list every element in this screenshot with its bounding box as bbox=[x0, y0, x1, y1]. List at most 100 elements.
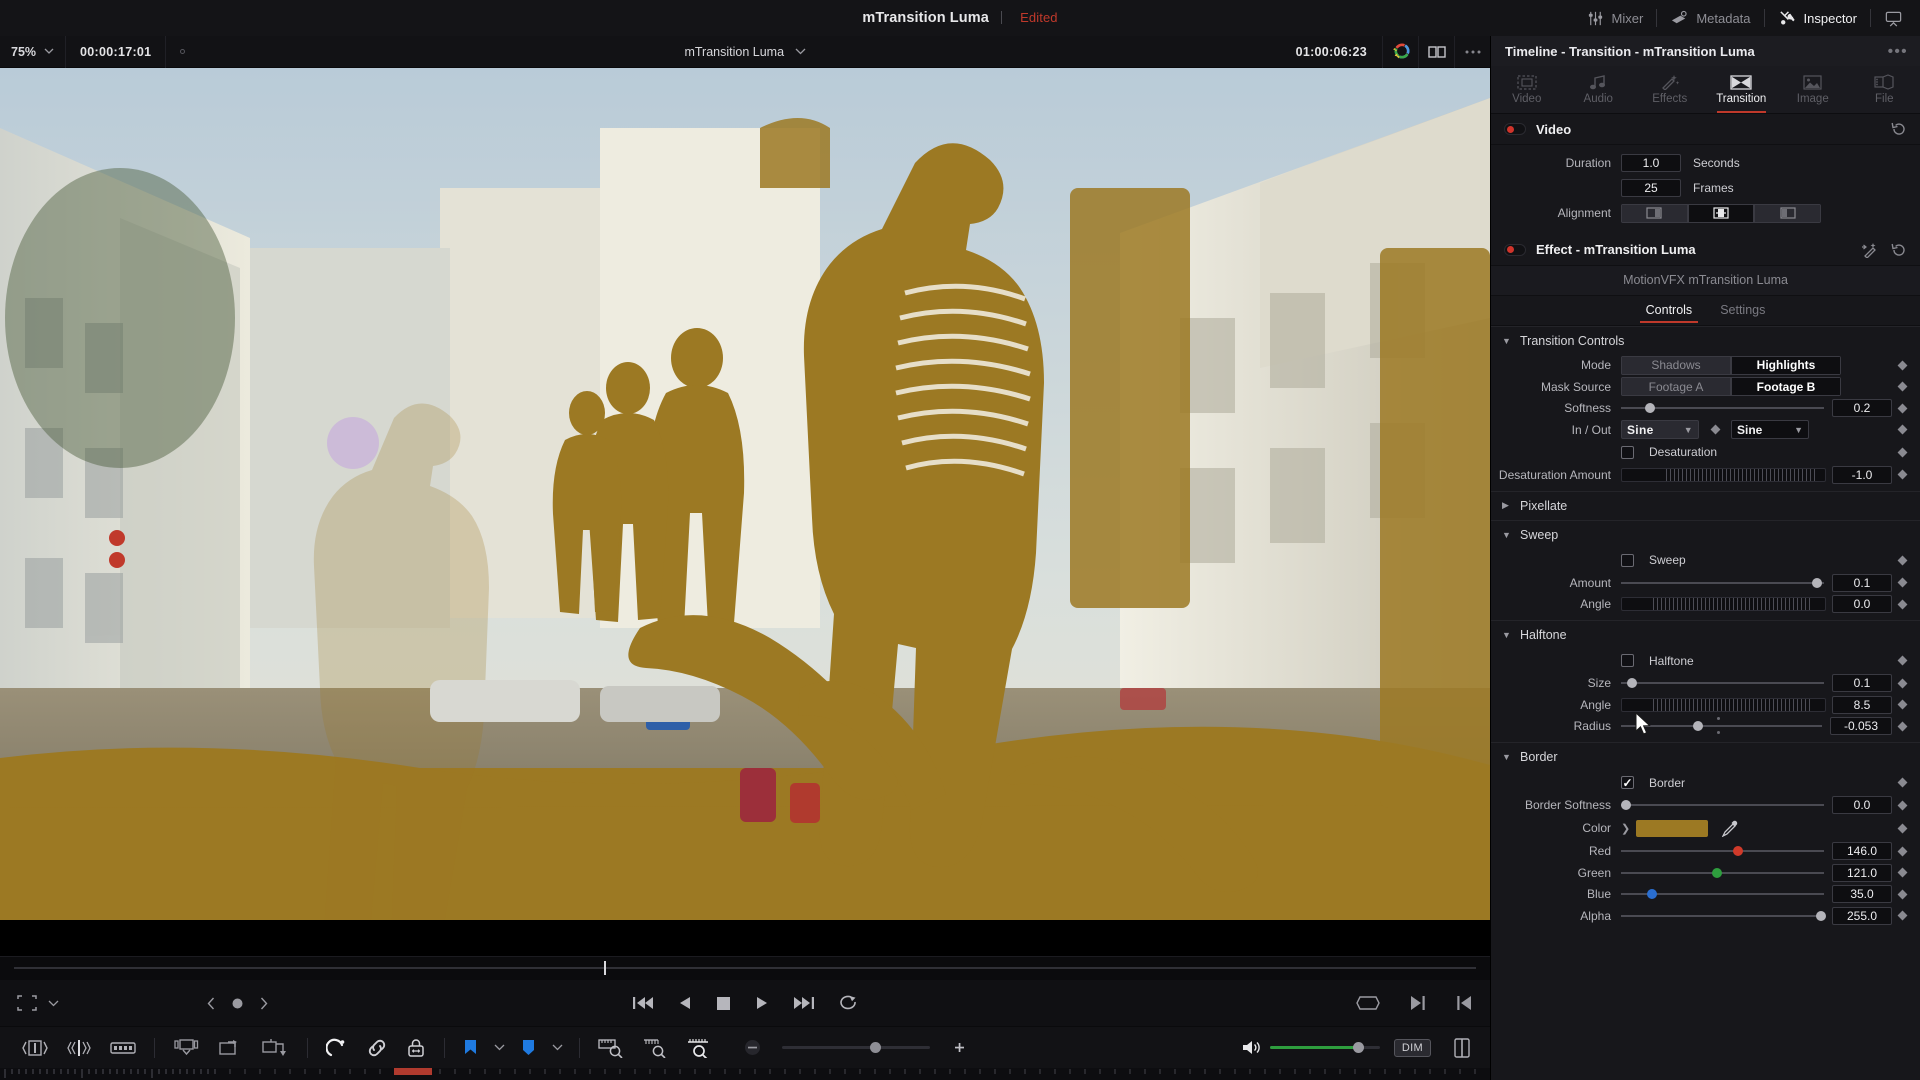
play-reverse-icon[interactable] bbox=[678, 995, 692, 1011]
reset-icon[interactable] bbox=[1891, 242, 1907, 258]
color-expand-icon[interactable]: ❯ bbox=[1621, 822, 1630, 835]
mask-source-option-a[interactable]: Footage A bbox=[1621, 377, 1731, 396]
fit-timeline-button[interactable] bbox=[589, 1027, 633, 1069]
duration-frames-input[interactable]: 25 bbox=[1621, 178, 1681, 197]
border-color-swatch[interactable] bbox=[1636, 819, 1709, 837]
halftone-radius-slider[interactable] bbox=[1621, 717, 1822, 734]
blue-slider-knob[interactable] bbox=[1647, 889, 1658, 899]
alpha-slider[interactable] bbox=[1621, 910, 1826, 921]
red-keyframe[interactable] bbox=[1892, 846, 1912, 856]
loop-icon[interactable] bbox=[839, 995, 858, 1012]
inspector-more-button[interactable]: ••• bbox=[1888, 43, 1908, 60]
green-keyframe[interactable] bbox=[1892, 867, 1912, 878]
halftone-size-keyframe[interactable] bbox=[1892, 678, 1912, 688]
scrubber-track[interactable] bbox=[14, 967, 1476, 969]
magic-wand-icon[interactable] bbox=[1861, 242, 1878, 258]
next-marker-icon[interactable] bbox=[260, 997, 268, 1010]
tab-audio[interactable]: Audio bbox=[1563, 66, 1635, 113]
halftone-angle-value[interactable]: 8.5 bbox=[1832, 695, 1892, 714]
blue-keyframe[interactable] bbox=[1892, 889, 1912, 899]
stop-icon[interactable] bbox=[716, 996, 731, 1011]
color-wheel-button[interactable] bbox=[1382, 36, 1418, 68]
timeline-timecode[interactable]: 01:00:06:23 bbox=[1281, 45, 1382, 59]
tab-controls[interactable]: Controls bbox=[1639, 298, 1698, 323]
sweep-keyframe[interactable] bbox=[1892, 555, 1912, 565]
mask-source-option-b[interactable]: Footage B bbox=[1731, 377, 1841, 396]
alignment-end-on-edit[interactable] bbox=[1621, 203, 1688, 223]
prev-edit-icon[interactable] bbox=[1456, 995, 1472, 1011]
skip-forward-icon[interactable] bbox=[793, 995, 815, 1011]
desaturation-keyframe[interactable] bbox=[1892, 447, 1912, 457]
slip-tool[interactable] bbox=[57, 1027, 101, 1069]
border-header[interactable]: ▼ Border bbox=[1491, 743, 1920, 771]
out-easing-keyframe[interactable] bbox=[1892, 424, 1912, 435]
border-softness-knob[interactable] bbox=[1621, 800, 1631, 810]
sweep-header[interactable]: ▼ Sweep bbox=[1491, 521, 1920, 549]
metadata-button[interactable]: Metadata bbox=[1657, 0, 1763, 36]
timeline-clip-marker[interactable] bbox=[394, 1068, 432, 1075]
alpha-slider-knob[interactable] bbox=[1815, 910, 1826, 921]
panel-collapse-button[interactable] bbox=[1871, 0, 1916, 36]
tab-image[interactable]: Image bbox=[1777, 66, 1849, 113]
tab-transition[interactable]: Transition bbox=[1706, 66, 1778, 113]
volume-slider[interactable] bbox=[1269, 1042, 1380, 1053]
video-enable-toggle[interactable] bbox=[1504, 123, 1526, 135]
tab-effects[interactable]: Effects bbox=[1634, 66, 1706, 113]
red-slider-knob[interactable] bbox=[1732, 846, 1743, 856]
safe-area-icon[interactable] bbox=[16, 994, 38, 1012]
video-viewer[interactable] bbox=[0, 68, 1490, 956]
tab-file[interactable]: File bbox=[1849, 66, 1920, 113]
duration-seconds-input[interactable]: 1.0 bbox=[1621, 154, 1681, 172]
volume-button[interactable] bbox=[1232, 1027, 1270, 1069]
sweep-amount-value[interactable]: 0.1 bbox=[1832, 573, 1892, 592]
replace-clip-tool[interactable] bbox=[252, 1027, 298, 1069]
in-easing-keyframe[interactable] bbox=[1705, 424, 1725, 435]
halftone-size-value[interactable]: 0.1 bbox=[1832, 674, 1892, 692]
detail-zoom-button[interactable] bbox=[633, 1027, 677, 1069]
blue-value[interactable]: 35.0 bbox=[1832, 885, 1892, 903]
border-softness-slider[interactable] bbox=[1621, 800, 1824, 810]
viewer-options-button[interactable] bbox=[1454, 36, 1490, 68]
tab-settings[interactable]: Settings bbox=[1718, 298, 1767, 322]
link-clips-tool[interactable] bbox=[357, 1027, 397, 1069]
green-slider-knob[interactable] bbox=[1712, 867, 1723, 878]
in-easing-select[interactable]: Sine ▼ bbox=[1621, 420, 1699, 439]
pixellate-header[interactable]: ▶ Pixellate bbox=[1491, 492, 1920, 520]
border-checkbox[interactable] bbox=[1621, 776, 1634, 789]
flag-button[interactable] bbox=[454, 1027, 487, 1069]
red-value[interactable]: 146.0 bbox=[1832, 842, 1892, 860]
alpha-value[interactable]: 255.0 bbox=[1832, 906, 1892, 925]
out-easing-select[interactable]: Sine ▼ bbox=[1731, 420, 1809, 439]
panel-layout-button[interactable] bbox=[1445, 1027, 1490, 1069]
timeline-ruler[interactable] bbox=[0, 1068, 1490, 1080]
desaturation-amount-dial[interactable] bbox=[1621, 467, 1826, 482]
source-timecode[interactable]: 00:00:17:01 bbox=[66, 45, 165, 59]
timeline-zoom-slider[interactable] bbox=[782, 1042, 930, 1053]
halftone-radius-keyframe[interactable] bbox=[1892, 721, 1912, 731]
lock-track-tool[interactable] bbox=[397, 1027, 435, 1069]
green-slider[interactable] bbox=[1621, 867, 1824, 878]
border-color-keyframe[interactable] bbox=[1892, 823, 1912, 833]
prev-marker-icon[interactable] bbox=[207, 997, 215, 1010]
sweep-checkbox[interactable] bbox=[1621, 553, 1634, 567]
dim-button[interactable]: DIM bbox=[1393, 1038, 1431, 1057]
mode-option-shadows[interactable]: Shadows bbox=[1621, 355, 1731, 375]
sweep-amount-knob[interactable] bbox=[1811, 577, 1822, 588]
halftone-size-knob[interactable] bbox=[1627, 678, 1638, 688]
desaturation-amount-keyframe[interactable] bbox=[1892, 469, 1912, 480]
halftone-header[interactable]: ▼ Halftone bbox=[1491, 621, 1920, 649]
overwrite-clip-tool[interactable] bbox=[208, 1027, 252, 1069]
dynamic-trim-tool[interactable] bbox=[317, 1027, 357, 1069]
chevron-down-icon[interactable] bbox=[48, 1000, 59, 1007]
zoom-in-button[interactable] bbox=[942, 1027, 977, 1069]
marker-button[interactable] bbox=[512, 1027, 545, 1069]
clip-name[interactable]: mTransition Luma bbox=[684, 45, 784, 59]
blue-slider[interactable] bbox=[1621, 889, 1824, 899]
border-softness-keyframe[interactable] bbox=[1892, 800, 1912, 810]
halftone-radius-value[interactable]: -0.053 bbox=[1830, 717, 1892, 735]
border-keyframe[interactable] bbox=[1892, 777, 1912, 788]
play-icon[interactable] bbox=[755, 995, 769, 1011]
split-screen-button[interactable] bbox=[1418, 36, 1454, 68]
halftone-size-slider[interactable] bbox=[1621, 678, 1824, 688]
scrubber-playhead[interactable] bbox=[604, 961, 606, 975]
